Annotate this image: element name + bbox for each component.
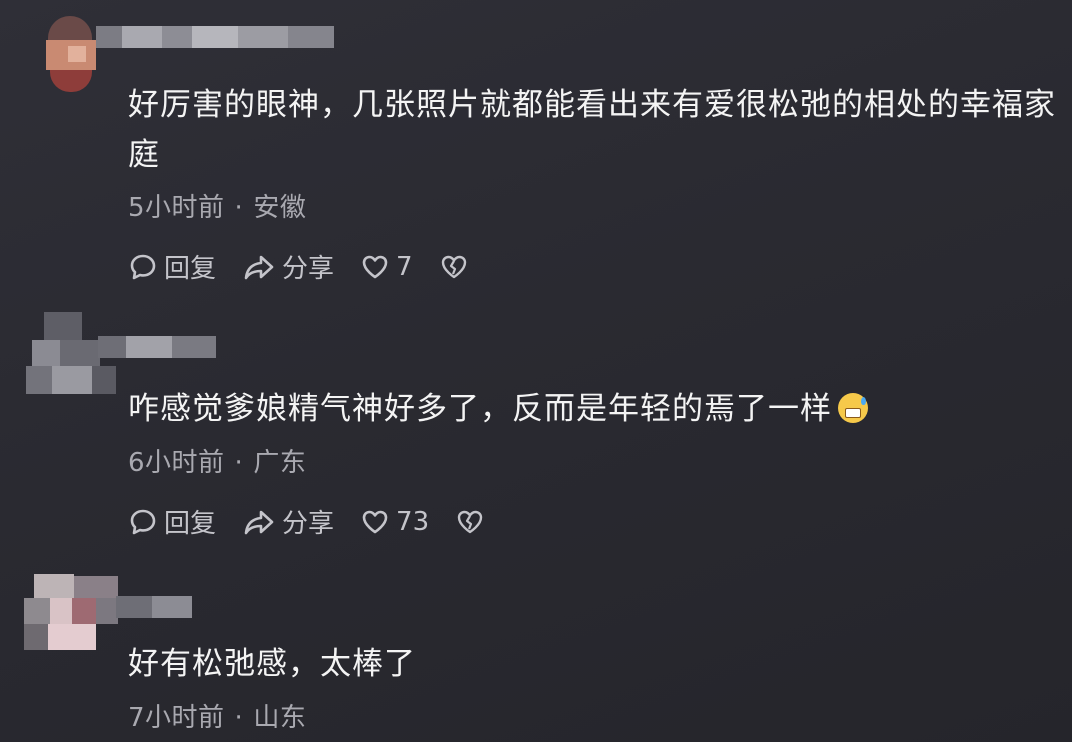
dislike-button[interactable] (455, 507, 491, 537)
comment-meta: 7小时前 · 山东 (128, 697, 306, 734)
username-blurred[interactable] (98, 336, 216, 358)
speech-bubble-icon (130, 509, 156, 534)
share-button[interactable]: 分享 (242, 248, 334, 285)
dislike-button[interactable] (439, 252, 475, 282)
meta-separator: · (234, 193, 244, 223)
broken-heart-icon (457, 510, 483, 533)
comment-meta: 5小时前 · 安徽 (128, 187, 306, 224)
comment-text-content: 咋感觉爹娘精气神好多了，反而是年轻的焉了一样 (128, 391, 832, 427)
comment-meta: 6小时前 · 广东 (128, 442, 306, 479)
grimacing-sweat-emoji (838, 393, 868, 423)
like-button[interactable]: 7 (360, 252, 413, 282)
broken-heart-icon (441, 255, 466, 278)
meta-separator: · (234, 448, 244, 478)
comment-location: 广东 (253, 448, 307, 478)
heart-icon (362, 255, 388, 278)
comment-text: 咋感觉爹娘精气神好多了，反而是年轻的焉了一样 (128, 384, 1058, 434)
share-label: 分享 (282, 254, 335, 284)
comment-time: 5小时前 (128, 193, 225, 223)
reply-button[interactable]: 回复 (128, 248, 216, 285)
comment-time: 6小时前 (128, 448, 225, 478)
username-blurred[interactable] (96, 26, 334, 48)
comment-actions: 回复 分享 7 (128, 248, 501, 285)
comment-text: 好有松弛感，太棒了 (128, 646, 416, 682)
username-blurred[interactable] (116, 596, 192, 618)
heart-icon (362, 510, 388, 533)
like-button[interactable]: 73 (360, 507, 429, 537)
reply-label: 回复 (164, 509, 217, 539)
comment-location: 安徽 (253, 193, 307, 223)
avatar[interactable] (22, 574, 122, 656)
share-label: 分享 (282, 509, 335, 539)
comment-location: 山东 (253, 703, 307, 733)
like-count: 7 (396, 251, 413, 282)
reply-label: 回复 (164, 254, 217, 284)
meta-separator: · (234, 703, 244, 733)
share-arrow-icon (244, 510, 274, 534)
comment-text: 好厉害的眼神，几张照片就都能看出来有爱很松弛的相处的幸福家庭 (128, 87, 1056, 173)
speech-bubble-icon (130, 254, 156, 279)
share-arrow-icon (244, 255, 274, 279)
reply-button[interactable]: 回复 (128, 503, 216, 540)
like-count: 73 (396, 506, 430, 537)
comment-time: 7小时前 (128, 703, 225, 733)
comment-actions: 回复 分享 73 (128, 503, 517, 540)
share-button[interactable]: 分享 (242, 503, 334, 540)
